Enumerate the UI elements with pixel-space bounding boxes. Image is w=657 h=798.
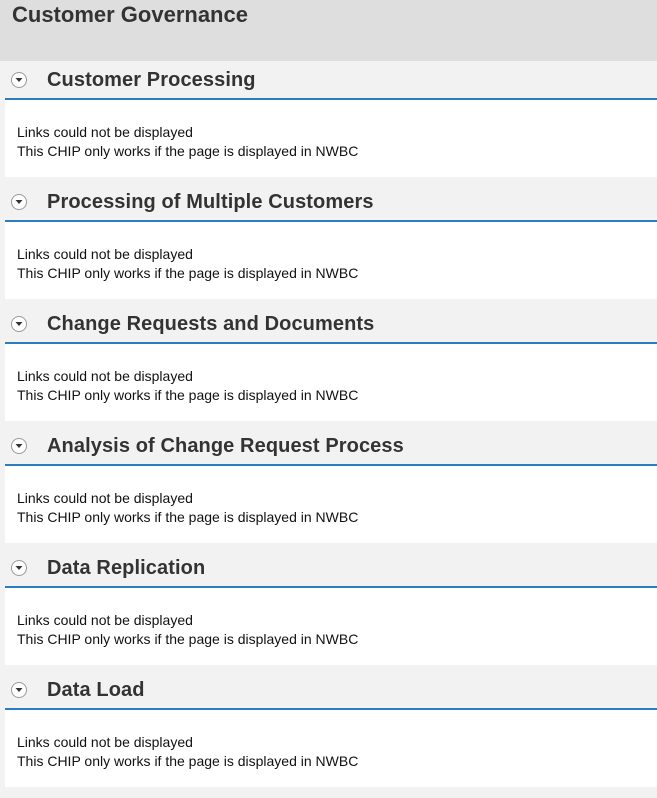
error-detail: This CHIP only works if the page is disp…	[17, 265, 359, 281]
error-detail: This CHIP only works if the page is disp…	[17, 387, 359, 403]
error-detail: This CHIP only works if the page is disp…	[17, 143, 359, 159]
section-body: Links could not be displayed This CHIP o…	[5, 710, 657, 787]
section-processing-multiple-customers: Processing of Multiple Customers Links c…	[0, 183, 657, 305]
chevron-down-icon[interactable]	[11, 682, 27, 698]
page-header: Customer Governance	[0, 0, 657, 61]
chevron-down-icon[interactable]	[11, 72, 27, 88]
section-header[interactable]: Customer Processing	[5, 61, 657, 100]
chevron-down-icon[interactable]	[11, 560, 27, 576]
error-message: Links could not be displayed	[17, 490, 193, 506]
chevron-down-icon[interactable]	[11, 438, 27, 454]
error-message: Links could not be displayed	[17, 246, 193, 262]
section-header[interactable]: Analysis of Change Request Process	[5, 427, 657, 466]
section-header[interactable]: Data Load	[5, 671, 657, 710]
section-title: Analysis of Change Request Process	[47, 434, 404, 457]
page-title: Customer Governance	[12, 2, 248, 27]
section-title: Data Load	[47, 678, 145, 701]
section-customer-processing: Customer Processing Links could not be d…	[0, 61, 657, 183]
section-body: Links could not be displayed This CHIP o…	[5, 344, 657, 421]
section-header[interactable]: Processing of Multiple Customers	[5, 183, 657, 222]
section-header[interactable]: Change Requests and Documents	[5, 305, 657, 344]
section-header[interactable]: Data Replication	[5, 549, 657, 588]
error-message: Links could not be displayed	[17, 124, 193, 140]
chevron-down-icon[interactable]	[11, 194, 27, 210]
section-body: Links could not be displayed This CHIP o…	[5, 222, 657, 299]
section-data-replication: Data Replication Links could not be disp…	[0, 549, 657, 671]
section-title: Data Replication	[47, 556, 206, 579]
section-body: Links could not be displayed This CHIP o…	[5, 100, 657, 177]
sections-container: Customer Processing Links could not be d…	[0, 61, 657, 793]
error-detail: This CHIP only works if the page is disp…	[17, 509, 359, 525]
section-body: Links could not be displayed This CHIP o…	[5, 466, 657, 543]
error-message: Links could not be displayed	[17, 612, 193, 628]
section-change-requests-documents: Change Requests and Documents Links coul…	[0, 305, 657, 427]
error-detail: This CHIP only works if the page is disp…	[17, 631, 359, 647]
section-title: Customer Processing	[47, 68, 256, 91]
error-message: Links could not be displayed	[17, 734, 193, 750]
error-message: Links could not be displayed	[17, 368, 193, 384]
section-title: Processing of Multiple Customers	[47, 190, 374, 213]
section-body: Links could not be displayed This CHIP o…	[5, 588, 657, 665]
error-detail: This CHIP only works if the page is disp…	[17, 753, 359, 769]
chevron-down-icon[interactable]	[11, 316, 27, 332]
section-title: Change Requests and Documents	[47, 312, 375, 335]
section-analysis-change-request: Analysis of Change Request Process Links…	[0, 427, 657, 549]
section-data-load: Data Load Links could not be displayed T…	[0, 671, 657, 793]
